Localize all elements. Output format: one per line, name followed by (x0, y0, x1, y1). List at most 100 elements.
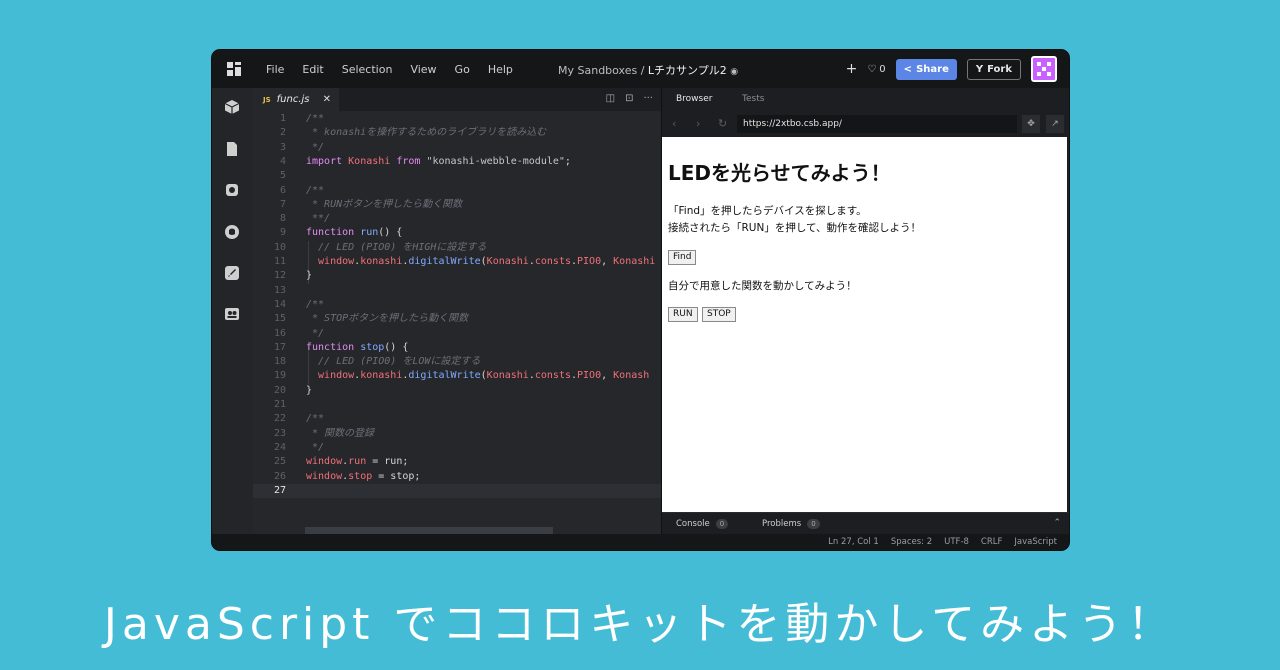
line-number: 7 (279, 198, 286, 210)
code-line[interactable]: 25 window.run = run; (253, 455, 661, 469)
code-line[interactable]: 7 * RUNボタンを押したら動く関数 (253, 198, 661, 212)
code-line[interactable]: 15 * STOPボタンを押したら動く関数 (253, 312, 661, 326)
codesandbox-logo-icon[interactable] (226, 61, 242, 77)
line-number: 20 (273, 384, 286, 396)
menu-selection[interactable]: Selection (342, 63, 393, 76)
code-line[interactable]: 27 (253, 483, 661, 499)
code-line[interactable]: 11 window.konashi.digitalWrite(Konashi.c… (253, 255, 661, 269)
close-icon[interactable]: ✕ (323, 94, 331, 105)
breadcrumb-prefix[interactable]: My Sandboxes / (558, 64, 644, 77)
tab-func-js[interactable]: JS func.js ✕ (253, 88, 339, 111)
share-button[interactable]: < Share (895, 58, 957, 80)
rocket-icon[interactable] (224, 265, 240, 281)
problems-label: Problems (762, 519, 802, 529)
browser-preview: LEDを光らせてみよう！ 「Find」を押したらデバイスを探します。 接続された… (662, 137, 1067, 516)
devtools-icon[interactable]: ✥ (1022, 115, 1040, 133)
fork-label: Fork (987, 63, 1012, 75)
code-line[interactable]: 14 /** (253, 298, 661, 312)
encoding[interactable]: UTF-8 (944, 537, 969, 547)
cube-icon[interactable] (224, 99, 240, 115)
codesandbox-window: File Edit Selection View Go Help My Sand… (211, 49, 1070, 551)
split-editor-icon[interactable]: ◫ (606, 93, 615, 104)
back-icon[interactable]: ‹ (672, 117, 676, 130)
refresh-icon[interactable]: ↻ (718, 117, 727, 130)
code-line[interactable]: 6 /** (253, 184, 661, 198)
like-button[interactable]: ♡ 0 (867, 64, 885, 75)
code-line[interactable]: 17 function stop() { (253, 341, 661, 355)
find-button[interactable]: Find (668, 250, 697, 265)
line-number: 21 (273, 399, 286, 410)
gear-icon[interactable] (224, 182, 240, 198)
tab-problems[interactable]: Problems 0 (762, 519, 820, 529)
stop-button[interactable]: STOP (702, 307, 736, 322)
code-text: window.konashi.digitalWrite(Konashi.cons… (306, 256, 656, 267)
preview-icon[interactable]: ⊡ (625, 93, 633, 104)
menu-edit[interactable]: Edit (302, 63, 323, 76)
sandbox-title[interactable]: Lチカサンプル2 (648, 64, 727, 77)
menu-go[interactable]: Go (455, 63, 470, 76)
line-number: 19 (273, 370, 286, 382)
code-line[interactable]: 9 function run() { (253, 226, 661, 240)
tab-console[interactable]: Console 0 (676, 519, 729, 529)
code-text: /** (306, 298, 325, 310)
like-count: 0 (879, 63, 886, 75)
code-line[interactable]: 23 * 関数の登録 (253, 427, 661, 441)
code-area[interactable]: 1/** 2 * konashiを操作するためのライブラリを読み込む 3 */4 im… (253, 111, 661, 534)
code-line[interactable]: 10 // LED (PIO0) をHIGHに設定する (253, 241, 661, 255)
menu-help[interactable]: Help (488, 63, 513, 76)
code-line[interactable]: 1 /** (253, 112, 661, 126)
horizontal-scrollbar[interactable] (305, 527, 553, 534)
forward-icon[interactable]: › (696, 117, 700, 130)
code-text: */ (306, 441, 325, 453)
fork-button[interactable]: Y Fork (966, 58, 1021, 80)
heart-icon: ♡ (867, 63, 877, 75)
code-line[interactable]: 21 (253, 398, 661, 412)
code-line[interactable]: 18 // LED (PIO0) をLOWに設定する (253, 355, 661, 369)
tab-browser[interactable]: Browser (676, 94, 712, 104)
line-number: 27 (273, 484, 286, 496)
users-icon[interactable] (224, 306, 240, 322)
github-icon[interactable] (224, 224, 240, 240)
line-ending[interactable]: CRLF (981, 537, 1002, 547)
open-new-window-icon[interactable]: ↗ (1046, 115, 1064, 133)
code-line[interactable]: 13 (253, 284, 661, 298)
plus-icon[interactable]: + (846, 61, 858, 77)
console-bar: Console 0 Problems 0 ⌃ (662, 512, 1069, 534)
cursor-position[interactable]: Ln 27, Col 1 (828, 537, 879, 547)
code-line[interactable]: 16 */ (253, 327, 661, 341)
code-line[interactable]: 8 **/ (253, 212, 661, 226)
code-text: // LED (PIO0) をHIGHに設定する (306, 241, 487, 253)
code-text: */ (306, 141, 325, 153)
more-icon[interactable]: ··· (643, 93, 653, 104)
indentation[interactable]: Spaces: 2 (891, 537, 932, 547)
code-line[interactable]: 24 */ (253, 441, 661, 455)
code-line[interactable]: 26 window.stop = stop; (253, 470, 661, 484)
code-line[interactable]: 4 import Konashi from "konashi-webble-mod… (253, 155, 661, 169)
code-line[interactable]: 3 */ (253, 141, 661, 155)
instruction-find: 「Find」を押したらデバイスを探します。 (668, 205, 867, 217)
code-line[interactable]: 19 window.konashi.digitalWrite(Konashi.c… (253, 369, 661, 383)
line-number: 8 (279, 213, 286, 225)
menu-view[interactable]: View (410, 63, 436, 76)
url-input[interactable]: https://2xtbo.csb.app/ (737, 115, 1017, 133)
code-line[interactable]: 20} (253, 384, 661, 398)
topbar-actions: + ♡ 0 < Share Y Fork (846, 56, 1057, 82)
code-text: **/ (306, 213, 331, 225)
code-line[interactable]: 5 (253, 169, 661, 183)
code-line[interactable]: 2 * konashiを操作するためのライブラリを読み込む (253, 126, 661, 140)
menu-file[interactable]: File (266, 63, 284, 76)
instruction-custom: 自分で用意した関数を動かしてみよう！ (668, 280, 857, 292)
tab-tests[interactable]: Tests (742, 94, 764, 104)
tab-filename: func.js (276, 94, 310, 105)
language-mode[interactable]: JavaScript (1014, 537, 1057, 547)
code-line[interactable]: 22 /** (253, 412, 661, 426)
avatar[interactable] (1031, 56, 1057, 82)
file-icon[interactable] (224, 141, 240, 157)
globe-icon: ◉ (730, 67, 739, 77)
code-line[interactable]: 12} (253, 269, 661, 283)
chevron-up-icon[interactable]: ⌃ (1053, 518, 1061, 528)
menu-bar: File Edit Selection View Go Help (266, 50, 513, 88)
line-number: 11 (273, 256, 286, 267)
run-button[interactable]: RUN (668, 307, 698, 322)
line-number: 10 (273, 241, 286, 253)
